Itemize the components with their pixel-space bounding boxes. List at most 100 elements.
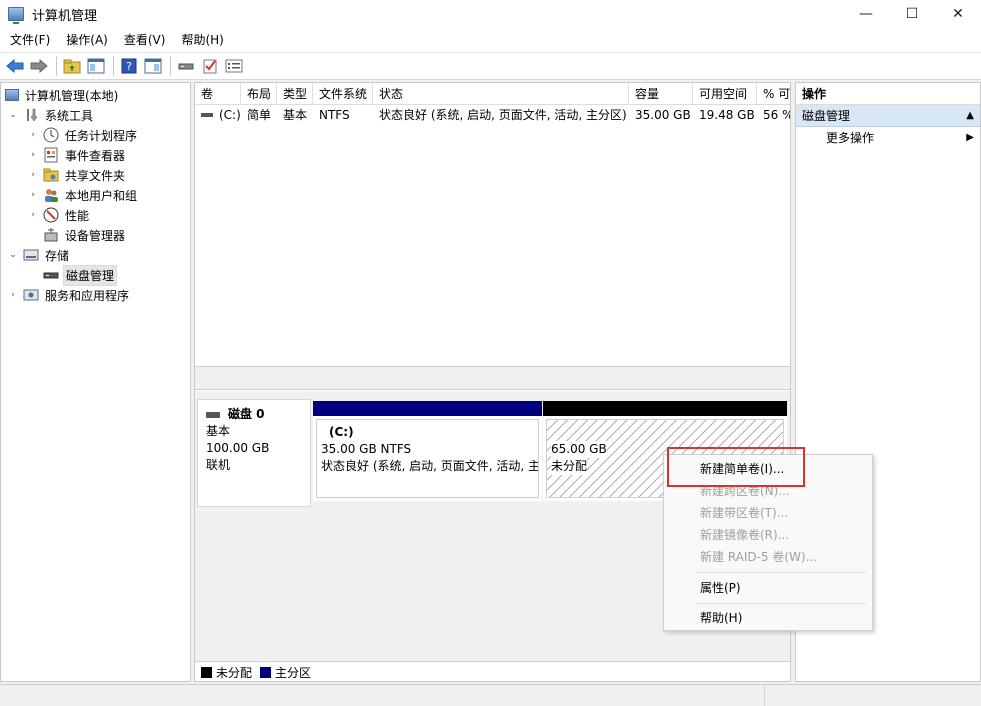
svg-text:?: ? (126, 60, 132, 73)
close-button[interactable]: ✕ (935, 0, 981, 28)
collapse-up-icon[interactable]: ▲ (966, 105, 974, 127)
tree-label: 存储 (45, 248, 70, 263)
console-tree: 计算机管理(本地) ⌄ 系统工具 › 任务计划程序 › 事件查看器 › 共享文件… (0, 82, 191, 682)
tree-label: 设备管理器 (65, 228, 126, 243)
tree-item-services-apps[interactable]: › 服务和应用程序 (7, 285, 131, 305)
chevron-right-icon[interactable]: › (27, 209, 39, 221)
cell-status: 状态良好 (系统, 启动, 页面文件, 活动, 主分区) (379, 108, 627, 122)
volume-list-header: 卷 布局 类型 文件系统 状态 容量 可用空间 % 可 (195, 83, 790, 105)
column-capacity[interactable]: 容量 (629, 83, 693, 105)
tree-item-storage[interactable]: ⌄ 存储 (7, 245, 71, 265)
chevron-right-icon[interactable]: › (27, 149, 39, 161)
title-bar: 计算机管理 — ☐ ✕ (0, 0, 981, 28)
more-actions-item[interactable]: 更多操作 ▶ (796, 127, 980, 149)
cell-type: 基本 (283, 108, 308, 122)
minimize-button[interactable]: — (843, 0, 889, 28)
tree-label: 任务计划程序 (65, 128, 138, 143)
chevron-down-icon[interactable]: ⌄ (7, 249, 19, 261)
cell-layout: 简单 (247, 108, 272, 122)
status-bar (0, 684, 981, 706)
properties-list-icon (225, 59, 243, 73)
disk-state: 联机 (206, 458, 231, 472)
maximize-button[interactable]: ☐ (889, 0, 935, 28)
disk-name: 磁盘 0 (228, 407, 265, 421)
tree-label: 磁盘管理 (63, 264, 118, 286)
tree-item-device-manager[interactable]: 设备管理器 (43, 225, 127, 245)
pane-splitter[interactable] (195, 366, 790, 390)
actions-title: 操作 (796, 83, 980, 105)
services-icon (23, 287, 39, 303)
column-free-space[interactable]: 可用空间 (693, 83, 757, 105)
status-bar-section (0, 685, 765, 706)
tree-item-task-scheduler[interactable]: › 任务计划程序 (27, 125, 139, 145)
window-title: 计算机管理 (32, 8, 98, 24)
actions-section-disk-management[interactable]: 磁盘管理 ▲ (796, 105, 980, 127)
toolbar-separator (56, 56, 57, 76)
forward-arrow-icon (30, 59, 48, 73)
chevron-right-icon[interactable]: › (27, 169, 39, 181)
disk-0-info[interactable]: 磁盘 0 基本 100.00 GB 联机 (197, 399, 311, 507)
tree-item-system-tools[interactable]: ⌄ 系统工具 (7, 105, 95, 125)
tree-item-shared-folders[interactable]: › 共享文件夹 (27, 165, 127, 185)
volume-name: (C:) (219, 108, 241, 122)
menu-properties[interactable]: 属性(P) (664, 577, 872, 599)
folder-up-icon (63, 59, 81, 74)
cell-filesystem: NTFS (319, 108, 350, 122)
column-filesystem[interactable]: 文件系统 (313, 83, 373, 105)
menu-file[interactable]: 文件(F) (2, 28, 58, 52)
forward-button[interactable] (28, 55, 50, 77)
toolbar-separator (113, 56, 114, 76)
window-controls: — ☐ ✕ (843, 0, 981, 28)
back-arrow-icon (6, 59, 24, 73)
properties-button[interactable] (223, 55, 245, 77)
highlight-annotation-box (667, 447, 805, 487)
menu-action[interactable]: 操作(A) (58, 28, 116, 52)
partition-c-details: (C:) 35.00 GB NTFS 状态良好 (系统, 启动, 页面文件, 活… (316, 419, 539, 498)
tree-item-performance[interactable]: › 性能 (27, 205, 91, 225)
up-folder-button[interactable] (61, 55, 83, 77)
storage-icon (23, 247, 39, 263)
check-button[interactable] (199, 55, 221, 77)
column-percent-free[interactable]: % 可 (757, 83, 790, 105)
menu-help[interactable]: 帮助(H) (173, 28, 231, 52)
column-layout[interactable]: 布局 (241, 83, 277, 105)
performance-icon (43, 207, 59, 223)
connect-button[interactable] (175, 55, 197, 77)
chevron-right-icon[interactable]: › (7, 289, 19, 301)
table-row[interactable]: (C:) 简单 基本 NTFS 状态良好 (系统, 启动, 页面文件, 活动, … (195, 105, 791, 125)
cell-free-space: 19.48 GB (699, 108, 755, 122)
shared-folder-icon (43, 167, 59, 183)
cell-percent-free: 56 % (763, 108, 791, 122)
back-button[interactable] (4, 55, 26, 77)
device-manager-icon (43, 227, 59, 243)
partition-label: (C:) (329, 425, 354, 439)
submenu-arrow-icon: ▶ (966, 132, 974, 143)
show-hide-tree-button[interactable] (85, 55, 107, 77)
column-type[interactable]: 类型 (277, 83, 313, 105)
tree-item-event-viewer[interactable]: › 事件查看器 (27, 145, 127, 165)
console-tree-icon (87, 58, 105, 74)
tree-label: 系统工具 (45, 108, 94, 123)
menu-separator (696, 572, 866, 573)
chevron-down-icon[interactable]: ⌄ (7, 109, 19, 121)
legend-label-primary: 主分区 (275, 666, 312, 680)
clock-icon (43, 127, 59, 143)
partition-c[interactable]: (C:) 35.00 GB NTFS 状态良好 (系统, 启动, 页面文件, 活… (313, 401, 542, 501)
chevron-right-icon[interactable]: › (27, 129, 39, 141)
section-label: 磁盘管理 (802, 109, 851, 123)
menu-separator (696, 603, 866, 604)
column-status[interactable]: 状态 (373, 83, 629, 105)
action-pane-icon (144, 58, 162, 74)
tree-label: 计算机管理(本地) (25, 88, 119, 103)
show-hide-action-pane-button[interactable] (142, 55, 164, 77)
tree-item-root[interactable]: 计算机管理(本地) (5, 85, 120, 105)
menu-help[interactable]: 帮助(H) (664, 607, 872, 629)
column-volume[interactable]: 卷 (195, 83, 241, 105)
help-button[interactable]: ? (118, 55, 140, 77)
menu-view[interactable]: 查看(V) (116, 28, 174, 52)
tree-item-disk-management[interactable]: 磁盘管理 (43, 264, 118, 286)
checklist-icon (203, 59, 217, 74)
tree-item-local-users[interactable]: › 本地用户和组 (27, 185, 139, 205)
partition-size: 35.00 GB NTFS (321, 442, 412, 456)
chevron-right-icon[interactable]: › (27, 189, 39, 201)
